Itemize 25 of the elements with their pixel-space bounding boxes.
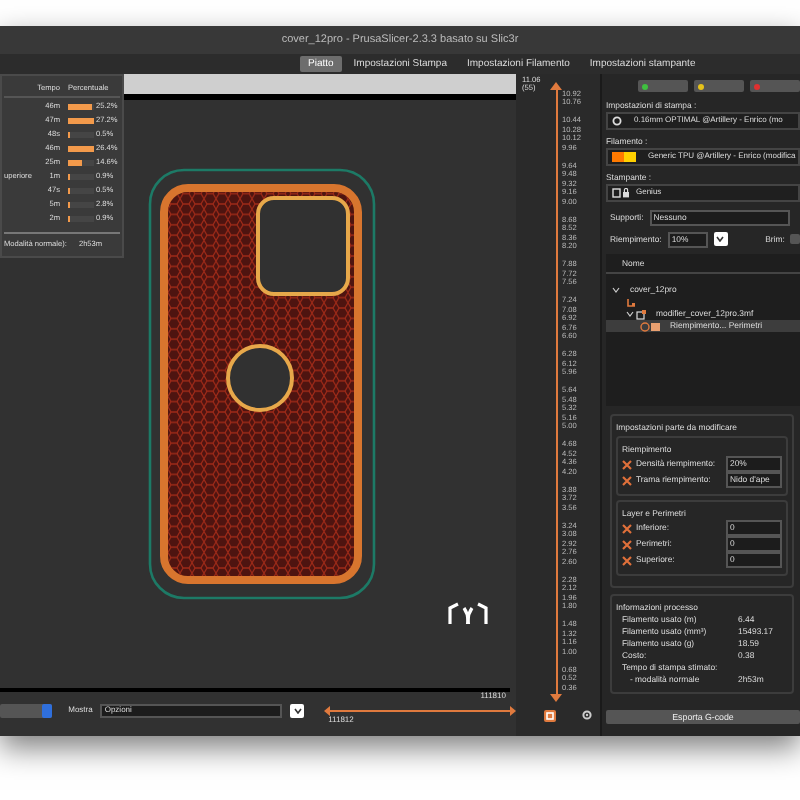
modifier-icon: [636, 309, 646, 319]
mode-button[interactable]: [694, 80, 744, 92]
gear-icon: [612, 116, 622, 126]
dropdown-button[interactable]: [714, 232, 728, 246]
caret-icon: [716, 236, 725, 242]
brim-checkbox[interactable]: [790, 234, 800, 244]
remove-icon[interactable]: [622, 459, 632, 469]
settings-icon[interactable]: [582, 710, 592, 720]
remove-icon[interactable]: [622, 523, 632, 533]
caret-icon: [293, 707, 302, 713]
dropdown-button[interactable]: [290, 703, 305, 717]
remove-icon[interactable]: [622, 555, 632, 565]
slider-thumb[interactable]: [550, 694, 563, 702]
g-code-icon: [544, 710, 556, 722]
remove-icon[interactable]: [622, 539, 632, 549]
slider-thumb[interactable]: [550, 82, 563, 90]
slider-thumb[interactable]: [324, 705, 331, 715]
remove-icon[interactable]: [622, 475, 632, 485]
settings-icon: [626, 297, 636, 307]
view-select[interactable]: [0, 703, 53, 717]
logo-icon: [448, 602, 488, 624]
printer-lock-icon: [612, 188, 630, 198]
mode-button[interactable]: [638, 80, 688, 92]
color-swatch-icon: [612, 152, 636, 162]
settings-icons: [640, 321, 660, 331]
